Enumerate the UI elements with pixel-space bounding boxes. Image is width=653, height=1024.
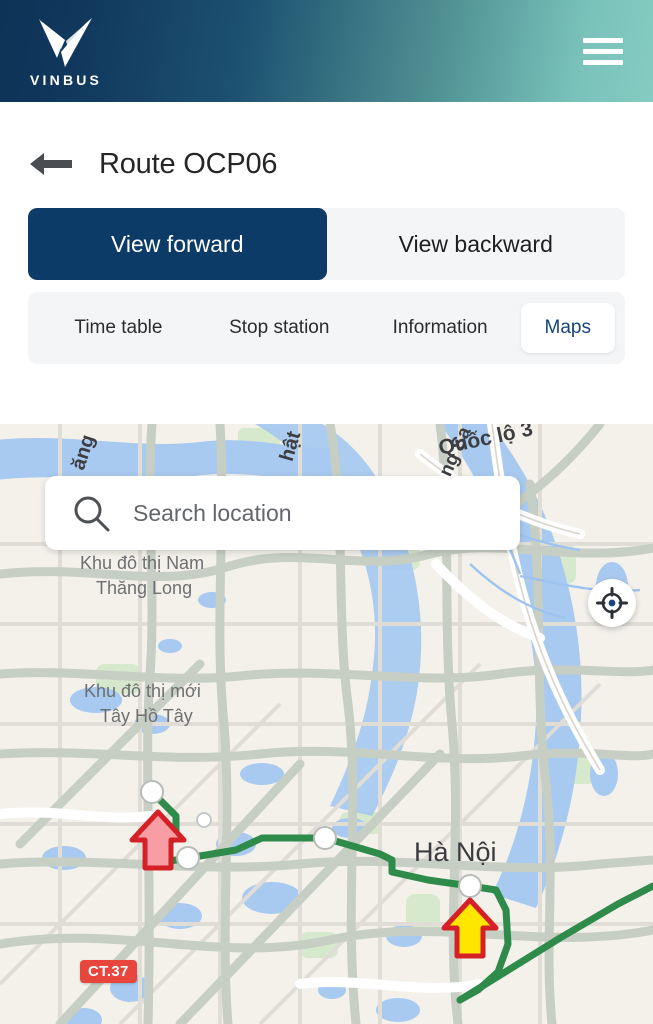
gps-crosshair-icon	[596, 587, 628, 619]
search-location-bar[interactable]: Search location	[45, 476, 520, 550]
tab-bar: Time table Stop station Information Maps	[28, 292, 625, 364]
page-title: Route OCP06	[99, 147, 278, 180]
map-label-thang-long: Thăng Long	[96, 578, 193, 598]
tab-maps[interactable]: Maps	[520, 303, 615, 353]
map-label-khu-do-thi-nam: Khu đô thị Nam	[80, 553, 205, 573]
page-title-row: Route OCP06	[0, 102, 653, 184]
hamburger-menu-icon[interactable]	[583, 34, 623, 68]
map-label-khu-do-thi-moi: Khu đô thị mới	[84, 681, 201, 701]
map-canvas[interactable]: ăng hật Quốc lộ 3 ng Sa Khu đô thị Nam T…	[0, 424, 653, 1024]
app-header: VINBUS	[0, 0, 653, 102]
tab-stop-station[interactable]: Stop station	[199, 303, 360, 353]
hamburger-bar	[583, 59, 623, 65]
app-root: VINBUS Route OCP06 View forward View bac…	[0, 0, 653, 1024]
segment-view-forward[interactable]: View forward	[28, 208, 327, 280]
tab-information[interactable]: Information	[360, 303, 521, 353]
map-label-tay-ho-tay: Tây Hồ Tây	[100, 706, 193, 726]
hamburger-bar	[583, 37, 623, 43]
back-arrow-icon[interactable]	[28, 149, 74, 179]
search-input[interactable]: Search location	[133, 500, 292, 527]
brand-logo[interactable]: VINBUS	[30, 15, 102, 87]
road-shield-ct37: CT.37	[80, 960, 137, 983]
direction-toggle: View forward View backward	[28, 208, 625, 280]
vinbus-v-logo-icon	[39, 18, 93, 67]
hamburger-bar	[583, 48, 623, 54]
brand-wordmark: VINBUS	[30, 72, 103, 88]
segment-view-backward[interactable]: View backward	[326, 208, 625, 280]
map-label-ha-noi: Hà Nội	[414, 837, 497, 867]
tab-time-table[interactable]: Time table	[38, 303, 199, 353]
locate-me-button[interactable]	[588, 579, 636, 627]
search-icon	[74, 496, 110, 532]
